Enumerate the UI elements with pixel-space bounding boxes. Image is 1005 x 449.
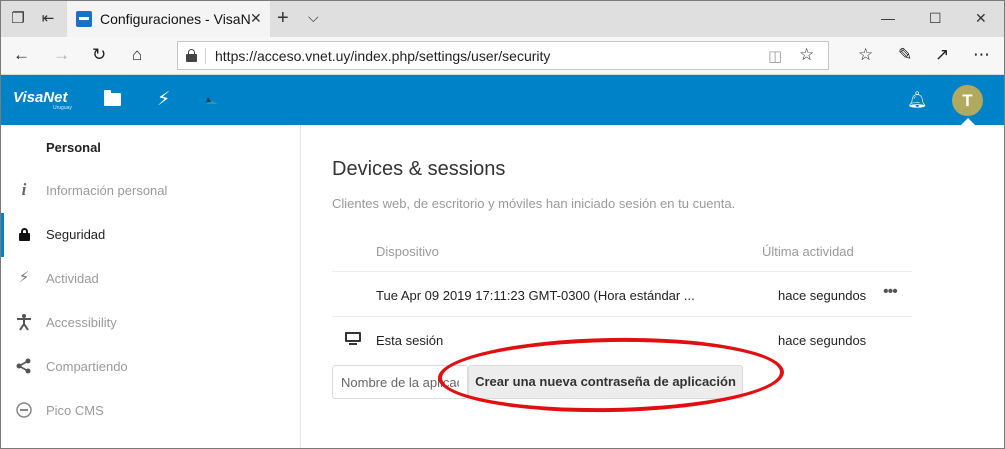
lock-icon	[15, 225, 33, 243]
section-description: Clientes web, de escritorio y móviles ha…	[332, 196, 736, 211]
table-row: Tue Apr 09 2019 17:11:23 GMT-0300 (Hora …	[332, 271, 912, 316]
tab-strip: ❐ ⇤ Configuraciones - VisaNet ✕ + ⌵ — ☐ …	[1, 1, 1004, 37]
url-text[interactable]: https://acceso.vnet.uy/index.php/setting…	[215, 48, 550, 64]
session-activity: hace segundos	[778, 333, 867, 348]
bolt-icon: ⚡︎	[157, 89, 171, 110]
browser-tab[interactable]: Configuraciones - VisaNet ✕	[67, 1, 270, 37]
navigation-bar: ← → ↻ ⌂ https://acceso.vnet.uy/index.php…	[1, 37, 1004, 75]
session-more-icon[interactable]: •••	[883, 283, 898, 301]
column-header-activity: Última actividad	[762, 244, 854, 259]
back-icon[interactable]: ←	[13, 45, 30, 65]
secure-lock-icon[interactable]	[186, 49, 197, 62]
tab-actions-icon[interactable]: ❐	[7, 9, 29, 29]
app-logo[interactable]: VisaNet	[13, 89, 67, 106]
sidebar-item-seguridad[interactable]: Seguridad	[1, 213, 300, 257]
address-divider	[205, 48, 206, 64]
more-menu-icon[interactable]: ⋯	[973, 45, 990, 65]
pico-icon	[15, 401, 33, 419]
settings-sidebar: Personal i Información personal Segurida…	[1, 125, 301, 448]
create-app-password-button[interactable]: Crear una nueva contraseña de aplicación	[468, 365, 743, 399]
pen-icon[interactable]: ✎	[898, 45, 912, 65]
tab-title: Configuraciones - VisaNet	[100, 11, 250, 27]
app-name-input[interactable]	[332, 365, 468, 399]
column-header-device: Dispositivo	[376, 244, 439, 259]
activity-app[interactable]: ⚡︎	[143, 75, 183, 125]
session-activity: hace segundos	[778, 288, 867, 303]
close-window-icon[interactable]: ✕	[975, 10, 987, 27]
refresh-icon[interactable]: ↻	[92, 45, 106, 65]
table-row: Esta sesión hace segundos	[332, 316, 912, 361]
bolt-icon: ⚡︎	[18, 269, 30, 286]
sidebar-item-label: Compartiendo	[46, 359, 128, 374]
sidebar-heading: Personal	[46, 140, 101, 155]
sidebar-item-compartiendo[interactable]: Compartiendo	[1, 345, 300, 389]
app-header: VisaNet Uruguay ⚡︎ 🔔︎ T	[1, 75, 1004, 125]
sidebar-item-label: Seguridad	[46, 227, 106, 242]
sidebar-item-accessibility[interactable]: Accessibility	[1, 301, 300, 345]
tab-preview-chevron-icon[interactable]: ⌵	[308, 9, 319, 26]
folder-icon	[104, 90, 121, 106]
address-bar[interactable]: https://acceso.vnet.uy/index.php/setting…	[177, 41, 829, 70]
favorites-list-icon[interactable]: ☆︎	[858, 45, 873, 65]
sidebar-item-informacion-personal[interactable]: i Información personal	[1, 169, 300, 213]
forward-icon[interactable]: →	[53, 45, 70, 65]
set-aside-tabs-icon[interactable]: ⇤	[37, 9, 59, 29]
notifications-bell-icon[interactable]: 🔔︎	[907, 90, 927, 110]
tab-close-icon[interactable]: ✕	[250, 10, 262, 27]
minimize-icon[interactable]: —	[881, 10, 895, 26]
tab-favicon-icon	[76, 11, 92, 27]
share-icon	[15, 357, 33, 375]
session-device: Tue Apr 09 2019 17:11:23 GMT-0300 (Hora …	[376, 288, 695, 303]
files-app[interactable]	[93, 75, 133, 125]
sidebar-item-actividad[interactable]: ⚡︎ Actividad	[1, 257, 300, 301]
new-tab-icon[interactable]: +	[277, 7, 289, 29]
favorite-star-icon[interactable]: ☆	[799, 45, 814, 65]
maximize-icon[interactable]: ☐	[929, 10, 942, 27]
info-icon: i	[21, 180, 27, 199]
section-title: Devices & sessions	[332, 158, 506, 180]
sidebar-item-label: Actividad	[46, 271, 99, 286]
session-device: Esta sesión	[376, 333, 444, 348]
user-avatar[interactable]: T	[952, 85, 983, 116]
desktop-monitor-icon	[345, 332, 361, 346]
sidebar-item-label: Accessibility	[46, 315, 117, 330]
devices-sessions-section: Devices & sessions Clientes web, de escr…	[302, 125, 1004, 448]
accessibility-icon	[15, 313, 33, 331]
sidebar-item-pico-cms[interactable]: Pico CMS	[1, 389, 300, 433]
sidebar-item-label: Pico CMS	[46, 403, 104, 418]
browser-window: ❐ ⇤ Configuraciones - VisaNet ✕ + ⌵ — ☐ …	[0, 0, 1005, 449]
pico-app[interactable]	[191, 75, 231, 125]
sidebar-item-label: Información personal	[46, 183, 168, 198]
reading-view-icon[interactable]: ◫	[768, 47, 782, 65]
home-icon[interactable]: ⌂	[132, 45, 142, 65]
app-logo-subtext: Uruguay	[53, 105, 72, 111]
share-browser-icon[interactable]: ↗	[935, 45, 949, 65]
pico-cms-icon	[206, 97, 218, 104]
